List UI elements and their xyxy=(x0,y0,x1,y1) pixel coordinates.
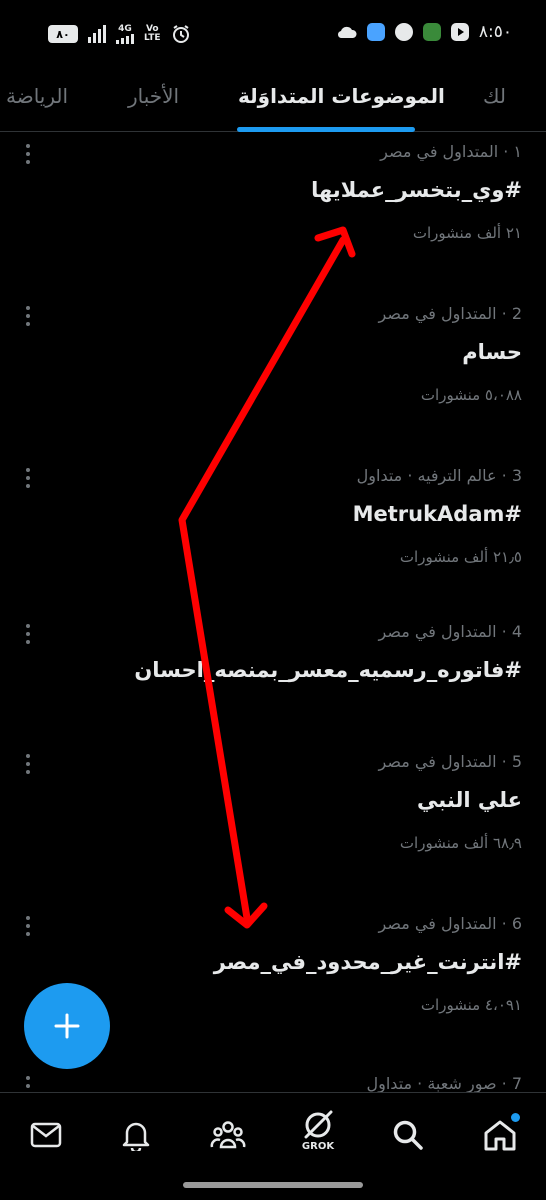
trend-meta: 7 · صور شعبة · متداول xyxy=(366,1074,523,1092)
trend-meta: 3 · عالم الترفيه · متداول xyxy=(356,466,522,485)
tab-for-you[interactable]: لك xyxy=(483,84,506,108)
trend-title: #وي_بتخسر_عملايها xyxy=(311,178,522,202)
trend-title: #MetrukAdam xyxy=(352,502,522,526)
network-label: 4G xyxy=(118,23,132,34)
alarm-icon xyxy=(172,25,189,43)
active-tab-indicator xyxy=(237,127,415,132)
trend-meta: ١ · المتداول في مصر xyxy=(380,142,522,161)
tab-sports[interactable]: الرياضة xyxy=(6,84,68,108)
more-options-icon[interactable] xyxy=(26,306,32,326)
nav-grok[interactable]: GROK xyxy=(296,1109,340,1153)
nav-search[interactable] xyxy=(386,1113,430,1157)
trend-item-3[interactable]: 3 · عالم الترفيه · متداول #MetrukAdam ٢١… xyxy=(0,466,546,626)
nav-communities[interactable] xyxy=(206,1113,250,1157)
trend-title: حسام xyxy=(462,340,522,364)
volte-bottom: LTE xyxy=(144,33,161,43)
plus-icon xyxy=(54,1013,80,1039)
trend-post-count: ٢١ ألف منشورات xyxy=(412,224,522,242)
trend-title: علي النبي xyxy=(417,788,522,812)
bell-icon xyxy=(122,1122,150,1151)
status-right: ٨:٥٠ xyxy=(337,22,512,42)
grok-label: GROK xyxy=(301,1141,335,1152)
tab-trending[interactable]: الموضوعات المتداوَلة xyxy=(238,84,445,108)
home-unread-dot xyxy=(511,1113,520,1122)
trend-title: #انترنت_غير_محدود_في_مصر xyxy=(213,950,522,974)
tab-news[interactable]: الأخبار xyxy=(128,84,179,108)
nav-messages[interactable] xyxy=(24,1113,68,1157)
status-left: ٨٠ 4G Vo LTE xyxy=(48,24,191,44)
trend-post-count: ٤،٠٩١ منشورات xyxy=(420,996,522,1014)
status-bar: ٨٠ 4G Vo LTE ٨:٥٠ xyxy=(0,0,546,74)
trend-meta: 2 · المتداول في مصر xyxy=(378,304,522,323)
battery-icon: ٨٠ xyxy=(48,25,78,43)
trend-post-count: ٦٨٫٩ ألف منشورات xyxy=(399,834,522,852)
more-options-icon[interactable] xyxy=(26,468,32,488)
home-icon xyxy=(484,1120,516,1151)
clock: ٨:٥٠ xyxy=(478,22,512,42)
more-options-icon[interactable] xyxy=(26,754,32,774)
communities-icon xyxy=(210,1121,246,1149)
compose-button[interactable] xyxy=(24,983,110,1069)
grok-icon xyxy=(304,1110,333,1139)
trend-item-2[interactable]: 2 · المتداول في مصر حسام ٥،٠٨٨ منشورات xyxy=(0,304,546,464)
volte-indicator: Vo LTE xyxy=(144,25,161,43)
network-type: 4G xyxy=(116,23,134,44)
signal-icon xyxy=(88,25,106,43)
trend-meta: 6 · المتداول في مصر xyxy=(378,914,522,933)
trend-item-1[interactable]: ١ · المتداول في مصر #وي_بتخسر_عملايها ٢١… xyxy=(0,142,546,302)
app-notification-icon xyxy=(366,23,385,41)
more-options-icon[interactable] xyxy=(26,144,32,164)
trend-meta: 4 · المتداول في مصر xyxy=(378,622,522,641)
trend-post-count: ٥،٠٨٨ منشورات xyxy=(420,386,522,404)
nav-home[interactable] xyxy=(478,1113,522,1157)
trend-meta: 5 · المتداول في مصر xyxy=(378,752,522,771)
mail-icon xyxy=(30,1122,62,1148)
more-options-icon[interactable] xyxy=(26,1076,32,1092)
whatsapp-icon xyxy=(394,23,413,41)
battery-level: ٨٠ xyxy=(56,27,70,41)
top-tabs: لك الموضوعات المتداوَلة الأخبار الرياضة xyxy=(0,74,546,132)
search-icon xyxy=(393,1120,423,1150)
play-icon xyxy=(450,23,469,41)
trend-item-7[interactable]: 7 · صور شعبة · متداول xyxy=(0,1074,546,1092)
nav-notifications[interactable] xyxy=(114,1113,158,1157)
more-options-icon[interactable] xyxy=(26,624,32,644)
bottom-nav: GROK xyxy=(0,1092,546,1200)
trend-title: #فاتوره_رسميه_معسر_بمنصه_احسان xyxy=(134,658,522,682)
trend-post-count: ٢١٫٥ ألف منشورات xyxy=(399,548,522,566)
gallery-icon xyxy=(422,23,441,41)
more-options-icon[interactable] xyxy=(26,916,32,936)
system-home-indicator[interactable] xyxy=(183,1182,363,1188)
cloud-icon xyxy=(337,26,357,39)
trend-item-5[interactable]: 5 · المتداول في مصر علي النبي ٦٨٫٩ ألف م… xyxy=(0,752,546,912)
